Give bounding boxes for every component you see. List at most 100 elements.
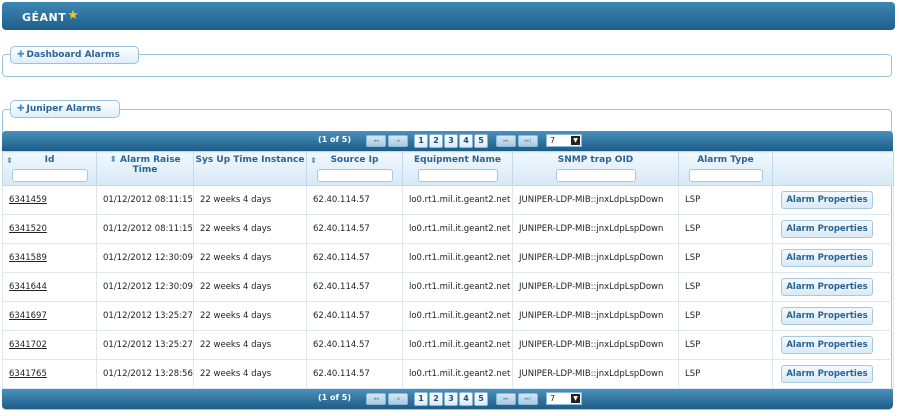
expand-icon: ✚ [17, 104, 25, 114]
cell-type: LSP [678, 301, 773, 331]
table-row: 6341765 01/12/2012 13:28:56 22 weeks 4 d… [2, 359, 894, 389]
table-row: 6341520 01/12/2012 08:11:15 22 weeks 4 d… [2, 214, 894, 244]
next-page-button[interactable]: ▸▸ [496, 393, 516, 405]
col-header-id[interactable]: ⬍ Id [2, 151, 97, 186]
cell-id: 6341644 [2, 272, 97, 302]
juniper-alarms-toggle[interactable]: ✚ Juniper Alarms [10, 100, 121, 118]
juniper-alarms-title: Juniper Alarms [26, 104, 102, 114]
rows-per-page-select[interactable]: 7 ▼ [546, 392, 582, 405]
cell-action: Alarm Properties [772, 214, 894, 244]
page-2-button[interactable]: 2 [429, 392, 443, 406]
last-page-button[interactable]: ▸▸| [518, 135, 538, 147]
cell-raise-time: 01/12/2012 13:28:56 [96, 359, 194, 389]
alarm-properties-button[interactable]: Alarm Properties [781, 249, 873, 267]
page-1-button[interactable]: 1 [414, 134, 428, 148]
cell-action: Alarm Properties [772, 272, 894, 302]
alarm-id-link[interactable]: 6341589 [9, 253, 47, 263]
page-3-button[interactable]: 3 [444, 392, 458, 406]
first-page-button[interactable]: ◂◂ [366, 135, 386, 147]
cell-oid: JUNIPER-LDP-MIB::jnxLdpLspDown [512, 301, 679, 331]
alarm-id-link[interactable]: 6341520 [9, 224, 47, 234]
cell-sys-up: 22 weeks 4 days [193, 185, 307, 215]
expand-icon: ✚ [17, 50, 25, 60]
cell-equipment: lo0.rt1.mil.it.geant2.net [402, 185, 513, 215]
col-header-snmp-trap-oid[interactable]: SNMP trap OID [512, 151, 679, 186]
last-page-button[interactable]: ▸▸| [518, 393, 538, 405]
cell-id: 6341459 [2, 185, 97, 215]
prev-page-button[interactable]: ◂ [388, 135, 408, 147]
cell-type: LSP [678, 330, 773, 360]
paginator-bottom: (1 of 5) ◂◂ ◂ 1 2 3 4 5 ▸▸ ▸▸| 7 ▼ [2, 389, 893, 409]
page-5-button[interactable]: 5 [474, 134, 488, 148]
cell-raise-time: 01/12/2012 08:11:15 [96, 185, 194, 215]
source-ip-filter-input[interactable] [316, 169, 393, 182]
cell-source-ip: 62.40.114.57 [306, 185, 403, 215]
alarm-properties-button[interactable]: Alarm Properties [781, 278, 873, 296]
alarm-id-link[interactable]: 6341765 [9, 369, 47, 379]
table-row: 6341644 01/12/2012 12:30:09 22 weeks 4 d… [2, 272, 894, 302]
cell-equipment: lo0.rt1.mil.it.geant2.net [402, 330, 513, 360]
cell-oid: JUNIPER-LDP-MIB::jnxLdpLspDown [512, 330, 679, 360]
col-header-alarm-raise-time[interactable]: ⬍ Alarm Raise Time [96, 151, 194, 186]
cell-id: 6341520 [2, 214, 97, 244]
page-2-button[interactable]: 2 [429, 134, 443, 148]
table-row: 6341702 01/12/2012 13:25:27 22 weeks 4 d… [2, 330, 894, 360]
cell-type: LSP [678, 243, 773, 273]
page-count: (1 of 5) [318, 135, 351, 144]
alarm-id-link[interactable]: 6341459 [9, 195, 47, 205]
alarm-properties-button[interactable]: Alarm Properties [781, 191, 873, 209]
col-header-source-ip[interactable]: ⬍ Source Ip [306, 151, 403, 186]
sort-icon[interactable]: ⬍ [310, 156, 317, 165]
page-count: (1 of 5) [318, 393, 351, 402]
page-4-button[interactable]: 4 [459, 134, 473, 148]
cell-action: Alarm Properties [772, 330, 894, 360]
sort-icon[interactable]: ⬍ [6, 156, 13, 165]
cell-oid: JUNIPER-LDP-MIB::jnxLdpLspDown [512, 243, 679, 273]
star-icon: ★ [67, 8, 80, 23]
cell-sys-up: 22 weeks 4 days [193, 272, 307, 302]
juniper-alarms-table: ⬍ Id ⬍ Alarm Raise Time Sys Up Time Insta… [2, 151, 894, 389]
prev-page-button[interactable]: ◂ [388, 393, 408, 405]
rows-per-page-value: 7 [550, 136, 556, 145]
col-header-alarm-type[interactable]: Alarm Type [678, 151, 773, 186]
first-page-button[interactable]: ◂◂ [366, 393, 386, 405]
cell-source-ip: 62.40.114.57 [306, 301, 403, 331]
page-5-button[interactable]: 5 [474, 392, 488, 406]
next-page-button[interactable]: ▸▸ [496, 135, 516, 147]
cell-equipment: lo0.rt1.mil.it.geant2.net [402, 214, 513, 244]
cell-oid: JUNIPER-LDP-MIB::jnxLdpLspDown [512, 214, 679, 244]
alarm-properties-button[interactable]: Alarm Properties [781, 307, 873, 325]
alarm-properties-button[interactable]: Alarm Properties [781, 365, 873, 383]
geant-logo[interactable]: GÉANT★ [22, 8, 80, 25]
cell-equipment: lo0.rt1.mil.it.geant2.net [402, 243, 513, 273]
id-filter-input[interactable] [11, 169, 88, 182]
cell-type: LSP [678, 185, 773, 215]
cell-sys-up: 22 weeks 4 days [193, 214, 307, 244]
cell-action: Alarm Properties [772, 359, 894, 389]
page-1-button[interactable]: 1 [414, 392, 428, 406]
alarm-id-link[interactable]: 6341697 [9, 311, 47, 321]
sort-icon[interactable]: ⬍ [109, 155, 120, 165]
alarm-id-link[interactable]: 6341644 [9, 282, 47, 292]
alarm-properties-button[interactable]: Alarm Properties [781, 336, 873, 354]
dashboard-alarms-toggle[interactable]: ✚ Dashboard Alarms [10, 46, 139, 64]
cell-action: Alarm Properties [772, 243, 894, 273]
rows-per-page-select[interactable]: 7 ▼ [546, 134, 582, 147]
alarm-type-filter-input[interactable] [688, 169, 763, 182]
cell-oid: JUNIPER-LDP-MIB::jnxLdpLspDown [512, 185, 679, 215]
cell-action: Alarm Properties [772, 185, 894, 215]
cell-source-ip: 62.40.114.57 [306, 330, 403, 360]
page-3-button[interactable]: 3 [444, 134, 458, 148]
equipment-filter-input[interactable] [417, 169, 498, 182]
alarm-id-link[interactable]: 6341702 [9, 340, 47, 350]
page-4-button[interactable]: 4 [459, 392, 473, 406]
dropdown-arrow-icon: ▼ [571, 136, 580, 145]
col-header-sys-up-time[interactable]: Sys Up Time Instance [193, 151, 307, 186]
dashboard-alarms-title: Dashboard Alarms [26, 50, 120, 60]
cell-type: LSP [678, 214, 773, 244]
alarm-properties-button[interactable]: Alarm Properties [781, 220, 873, 238]
col-header-equipment-name[interactable]: Equipment Name [402, 151, 513, 186]
oid-filter-input[interactable] [555, 169, 636, 182]
table-row: 6341697 01/12/2012 13:25:27 22 weeks 4 d… [2, 301, 894, 331]
cell-id: 6341702 [2, 330, 97, 360]
